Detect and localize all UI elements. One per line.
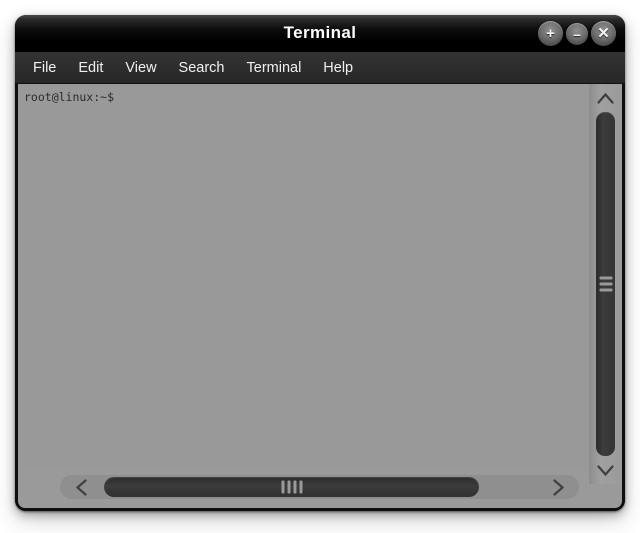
- window-controls: + – ✕: [538, 21, 616, 46]
- menu-item-view[interactable]: View: [114, 57, 167, 79]
- window-title: Terminal: [283, 23, 357, 42]
- horizontal-scrollbar[interactable]: [60, 475, 579, 499]
- shell-prompt: root@linux:~$: [24, 90, 115, 104]
- chevron-down-icon[interactable]: [589, 458, 622, 482]
- terminal-output-area[interactable]: root@linux:~$: [18, 84, 589, 468]
- vertical-scrollbar[interactable]: [589, 84, 622, 484]
- horizontal-scrollbar-thumb[interactable]: [104, 477, 479, 497]
- menu-item-search[interactable]: Search: [168, 57, 236, 79]
- vertical-scrollbar-track[interactable]: [596, 112, 615, 456]
- chevron-up-icon[interactable]: [589, 86, 622, 110]
- window-body: root@linux:~$: [15, 84, 625, 511]
- window-titlebar[interactable]: Terminal + – ✕: [15, 15, 625, 52]
- vertical-thumb-grip-icon: [599, 276, 612, 292]
- menu-item-terminal[interactable]: Terminal: [236, 57, 313, 79]
- desktop-background: Terminal + – ✕ File Edit View Search Ter…: [0, 0, 640, 533]
- menu-item-edit[interactable]: Edit: [67, 57, 114, 79]
- minus-icon: –: [573, 25, 581, 42]
- horizontal-scrollbar-track[interactable]: [104, 477, 535, 497]
- maximize-button[interactable]: +: [538, 21, 563, 46]
- chevron-left-icon[interactable]: [60, 475, 102, 499]
- horizontal-thumb-grip-icon: [281, 480, 302, 494]
- menubar: File Edit View Search Terminal Help: [15, 52, 625, 84]
- menu-item-help[interactable]: Help: [312, 57, 364, 79]
- minimize-button[interactable]: –: [566, 22, 588, 45]
- close-button[interactable]: ✕: [591, 21, 616, 46]
- menu-item-file[interactable]: File: [22, 57, 67, 79]
- vertical-scrollbar-thumb[interactable]: [596, 112, 615, 456]
- close-icon: ✕: [597, 25, 610, 42]
- plus-icon: +: [546, 25, 555, 42]
- terminal-window: Terminal + – ✕ File Edit View Search Ter…: [15, 15, 625, 511]
- chevron-right-icon[interactable]: [537, 475, 579, 499]
